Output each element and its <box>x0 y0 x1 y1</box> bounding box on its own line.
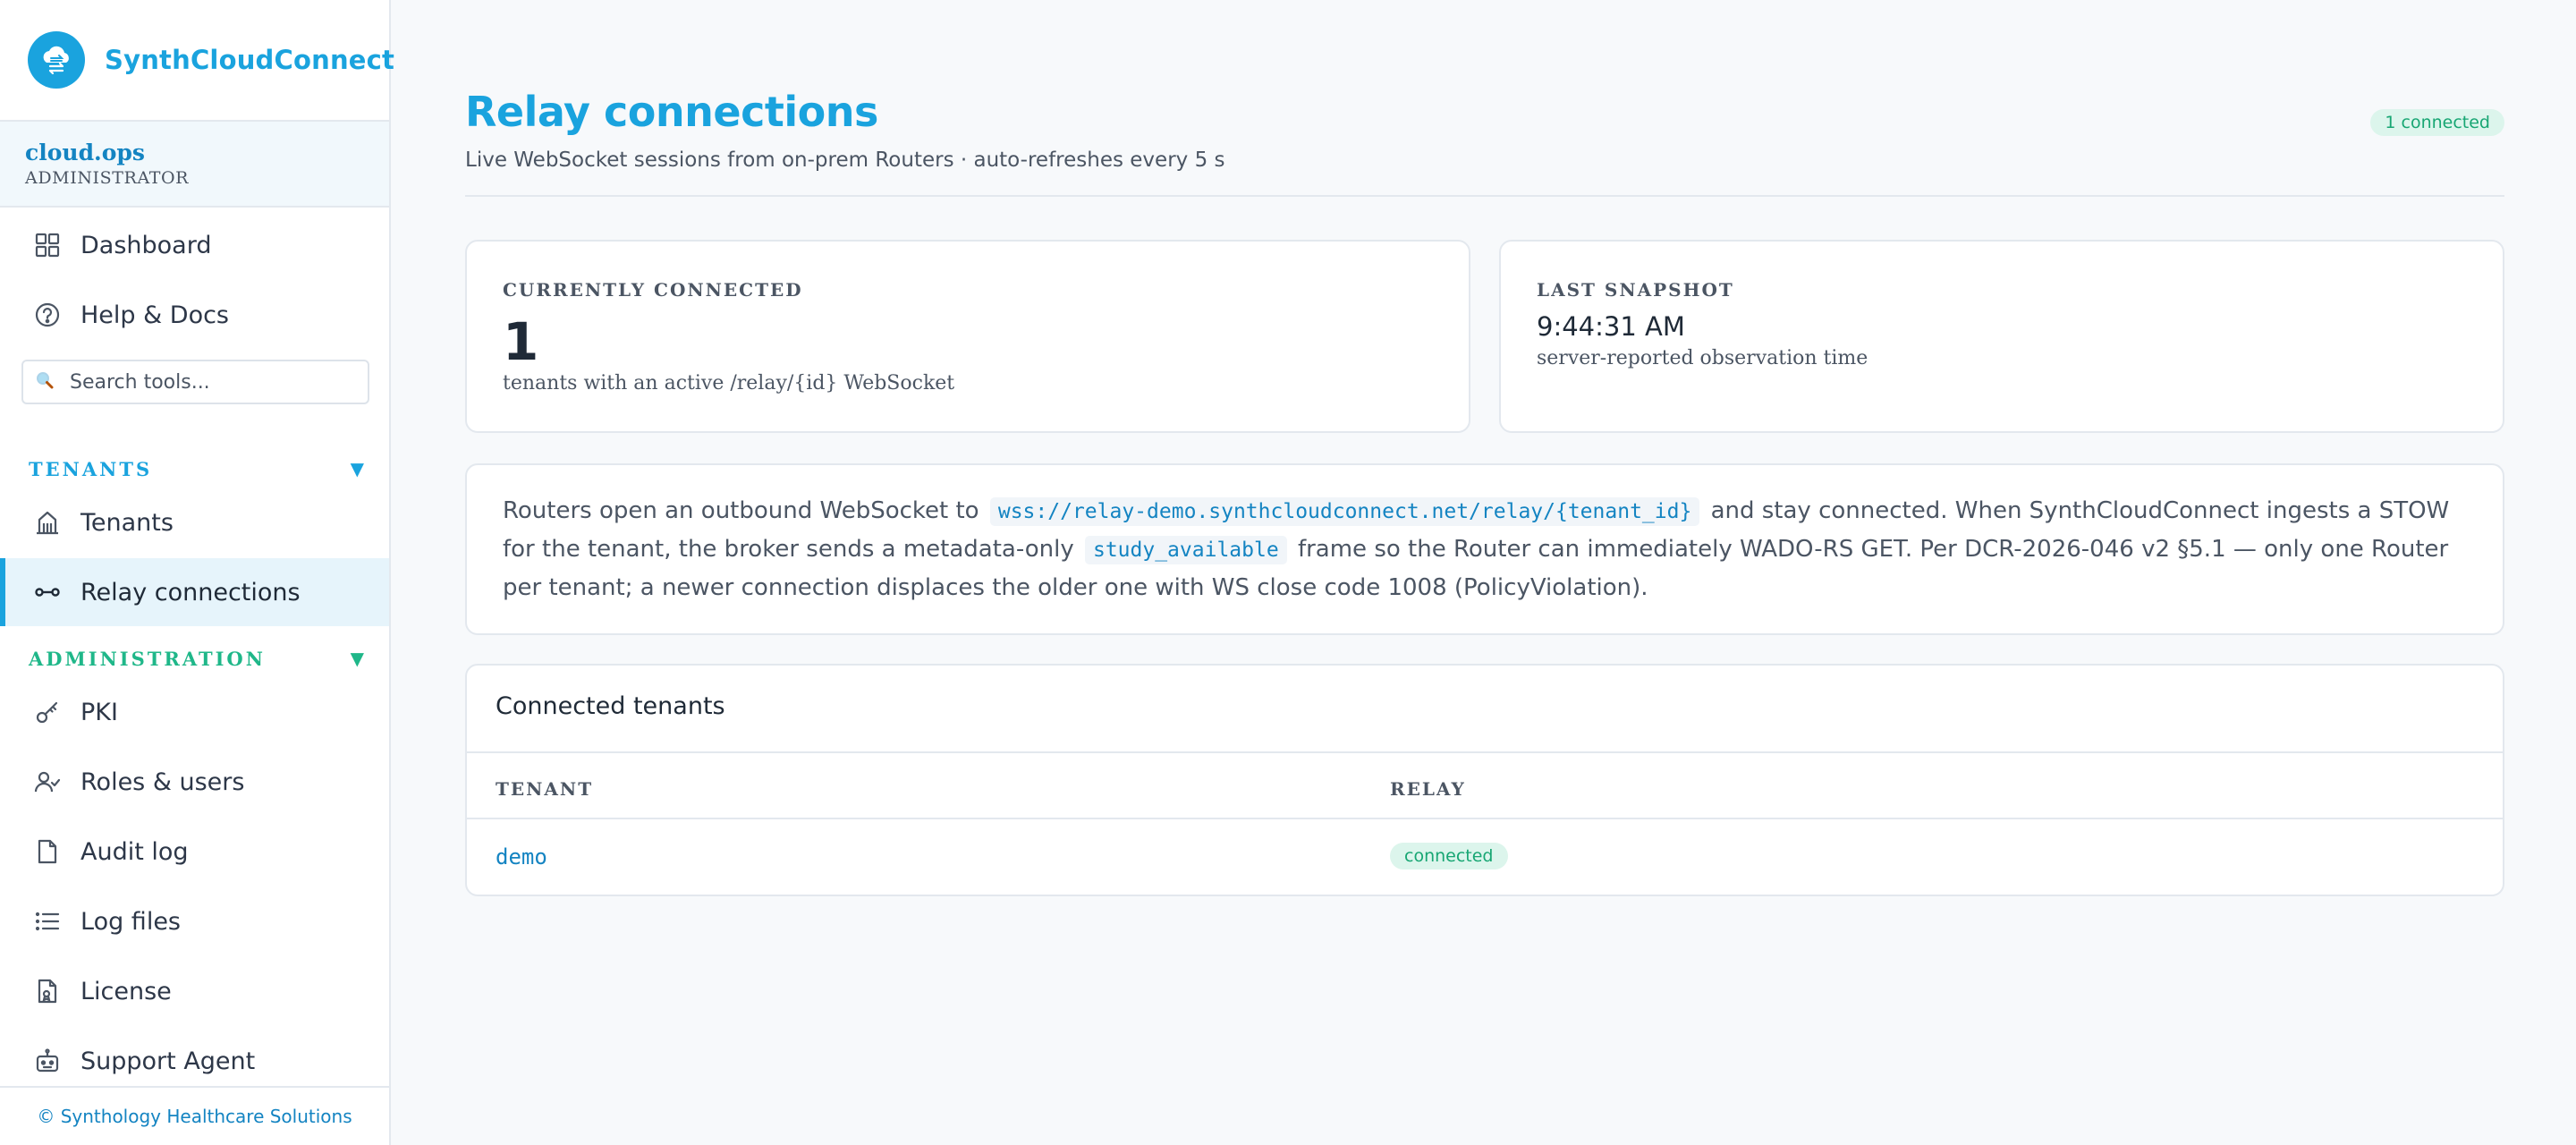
brand-name: SynthCloudConnect <box>105 45 395 75</box>
sidebar-item-support-agent[interactable]: Support Agent <box>0 1027 389 1095</box>
sidebar-item-roles-users[interactable]: Roles & users <box>0 748 389 816</box>
sidebar-item-pki[interactable]: PKI <box>0 678 389 746</box>
sidebar-item-label: Tenants <box>80 508 174 537</box>
sidebar: SynthCloudConnect cloud.ops ADMINISTRATO… <box>0 0 394 1145</box>
key-icon <box>34 699 61 725</box>
sidebar-item-label: Log files <box>80 907 181 936</box>
sidebar-item-label: Relay connections <box>80 578 301 606</box>
page-subtitle: Live WebSocket sessions from on-prem Rou… <box>465 148 1225 172</box>
license-icon <box>34 978 61 1005</box>
sidebar-item-label: Audit log <box>80 837 189 866</box>
relay-icon <box>34 579 61 606</box>
sidebar-item-dashboard[interactable]: Dashboard <box>0 211 389 279</box>
connected-count-badge: 1 connected <box>2370 109 2504 136</box>
building-icon <box>34 509 61 536</box>
section-tenants[interactable]: TENANTS ▼ <box>29 455 364 482</box>
sidebar-footer: © Synthology Healthcare Solutions <box>0 1086 389 1145</box>
stat-note: server-reported observation time <box>1537 347 1868 369</box>
grid-icon <box>34 232 61 259</box>
list-icon <box>34 908 61 935</box>
status-badge: connected <box>1390 843 1508 869</box>
stat-value: 9:44:31 AM <box>1537 311 1685 342</box>
section-title: ADMINISTRATION <box>29 647 266 670</box>
help-icon <box>34 301 61 328</box>
sidebar-item-relay-connections[interactable]: Relay connections <box>0 558 389 626</box>
frame-name-code: study_available <box>1084 536 1287 564</box>
sidebar-item-log-files[interactable]: Log files <box>0 887 389 955</box>
stat-card-snapshot: LAST SNAPSHOT 9:44:31 AM server-reported… <box>1499 240 2504 433</box>
stat-card-connected: CURRENTLY CONNECTED 1 tenants with an ac… <box>465 240 1470 433</box>
sidebar-item-label: Help & Docs <box>80 301 229 329</box>
page-title: Relay connections <box>465 88 878 136</box>
header-divider <box>465 195 2504 197</box>
brand[interactable]: SynthCloudConnect <box>0 0 394 122</box>
info-card: Routers open an outbound WebSocket to ws… <box>465 463 2504 635</box>
info-text-part: Routers open an outbound WebSocket to <box>503 497 979 524</box>
stat-label: LAST SNAPSHOT <box>1537 279 1734 301</box>
stat-note: tenants with an active /relay/{id} WebSo… <box>503 372 955 394</box>
table-title: Connected tenants <box>496 692 725 720</box>
relay-url-code: wss://relay-demo.synthcloudconnect.net/r… <box>989 497 1700 526</box>
section-administration[interactable]: ADMINISTRATION ▼ <box>29 645 364 672</box>
section-title: TENANTS <box>29 457 153 480</box>
sidebar-item-label: Roles & users <box>80 768 245 796</box>
sidebar-item-label: License <box>80 977 172 1005</box>
sidebar-item-label: PKI <box>80 698 118 726</box>
sidebar-item-help[interactable]: Help & Docs <box>0 281 389 349</box>
robot-icon <box>34 1047 61 1074</box>
file-icon <box>34 838 61 865</box>
sidebar-item-label: Support Agent <box>80 1047 256 1075</box>
sidebar-item-tenants[interactable]: Tenants <box>0 488 389 556</box>
sidebar-item-audit-log[interactable]: Audit log <box>0 818 389 886</box>
cloud-sync-logo-icon <box>28 31 85 89</box>
column-header-tenant: TENANT <box>496 778 594 800</box>
tenant-cell[interactable]: demo <box>496 844 547 869</box>
info-text: Routers open an outbound WebSocket to ws… <box>503 492 2462 606</box>
search-box[interactable] <box>21 360 369 404</box>
caret-down-icon[interactable]: ▼ <box>351 458 364 479</box>
search-input[interactable] <box>68 369 358 394</box>
connected-tenants-card: Connected tenants TENANT RELAY demo conn… <box>465 664 2504 896</box>
table-divider <box>467 818 2503 819</box>
table-divider <box>467 751 2503 753</box>
user-block: cloud.ops ADMINISTRATOR <box>0 122 389 208</box>
caret-down-icon[interactable]: ▼ <box>351 648 364 669</box>
sidebar-item-label: Dashboard <box>80 231 212 259</box>
user-name: cloud.ops <box>25 140 145 165</box>
sidebar-item-license[interactable]: License <box>0 957 389 1025</box>
user-check-icon <box>34 768 61 795</box>
search-icon <box>36 371 54 393</box>
stat-value: 1 <box>503 311 539 372</box>
stat-label: CURRENTLY CONNECTED <box>503 279 803 301</box>
user-role: ADMINISTRATOR <box>25 168 190 188</box>
column-header-relay: RELAY <box>1390 778 1466 800</box>
